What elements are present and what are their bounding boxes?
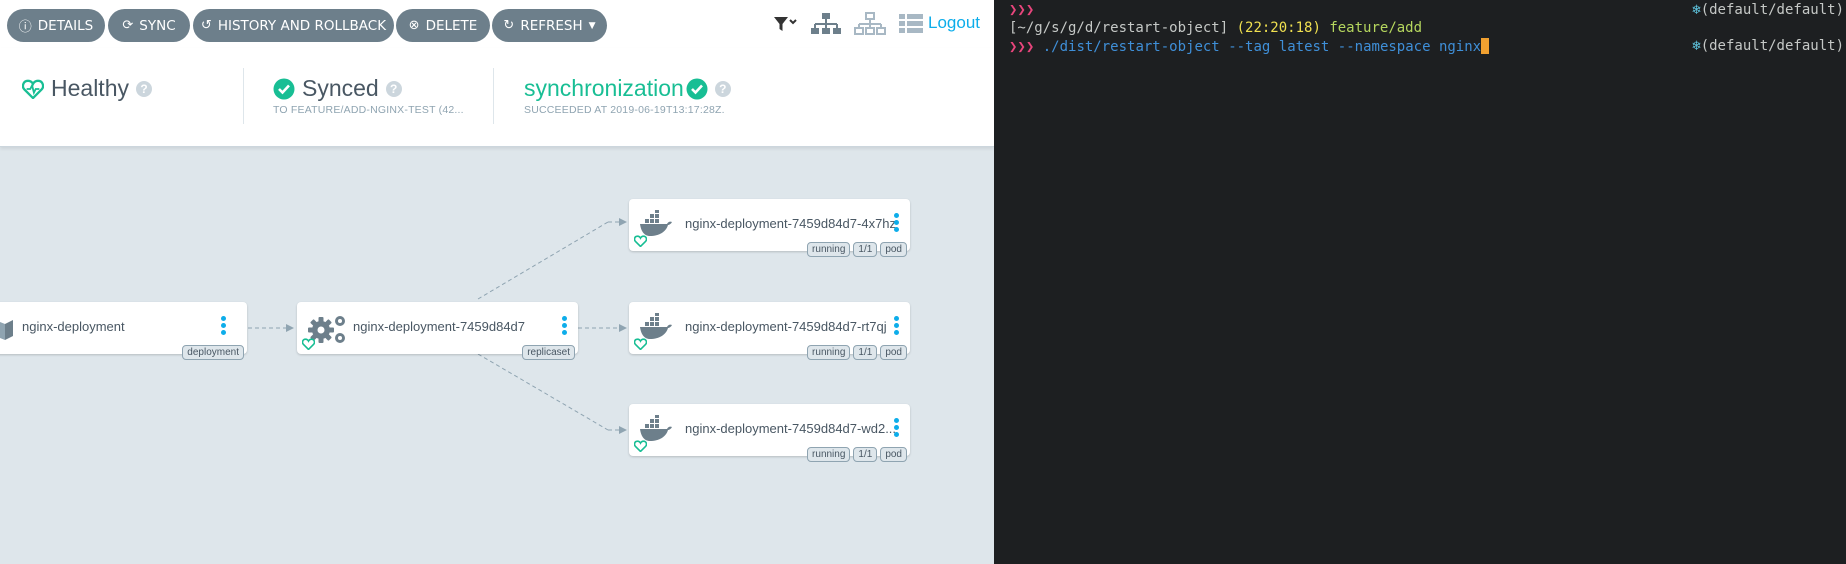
terminal-window[interactable]: ❯❯❯ ❄(default/default) [~/g/s/g/d/restar… [994, 0, 1846, 564]
status-tag: running [807, 242, 851, 257]
deployment-icon [0, 320, 13, 340]
network-view-icon[interactable] [854, 12, 886, 36]
kind-tag: pod [880, 447, 907, 462]
refresh-button[interactable]: ↻ REFRESH ▼ [492, 9, 607, 42]
deployment-node[interactable]: nginx-deployment deployment [0, 302, 247, 360]
delete-button[interactable]: ⊗ DELETE [396, 9, 490, 42]
help-icon[interactable]: ? [714, 80, 731, 97]
tree-view-icon[interactable] [810, 12, 842, 36]
ready-tag: 1/1 [853, 447, 878, 462]
prompt-line-1: ❯❯❯ [1009, 2, 1034, 18]
heart-icon [634, 440, 647, 452]
sync-icon: ⟳ [122, 18, 134, 33]
prompt-symbol: ❯❯❯ [1009, 2, 1035, 18]
command-arg: latest [1278, 39, 1330, 55]
check-circle-icon [686, 78, 708, 99]
cwd: [~/g/s/g/d/restart-object] [1009, 20, 1229, 36]
help-icon[interactable]: ? [385, 80, 402, 97]
kebab-menu-icon[interactable] [894, 316, 900, 337]
health-status: Healthy ? [22, 75, 152, 102]
command-flag: --namespace [1337, 39, 1431, 55]
heart-icon [634, 235, 647, 247]
node-tags: running 1/1 pod [807, 447, 907, 462]
kubernetes-icon: ❄ [1692, 38, 1701, 54]
sync-status: Synced ? [273, 75, 402, 102]
resource-tree: nginx-deployment deployment nginx-deploy… [0, 147, 994, 564]
sync-target: TO FEATURE/ADD-NGINX-TEST (42... [273, 104, 464, 116]
docker-icon [640, 415, 672, 441]
kind-tag: deployment [182, 345, 244, 360]
info-icon: ⓘ [18, 20, 32, 35]
replicaset-node[interactable]: nginx-deployment-7459d84d7 replicaset [297, 302, 578, 360]
pod-node[interactable]: nginx-deployment-7459d84d7-rt7qj running… [629, 302, 910, 360]
node-tags: replicaset [522, 345, 575, 360]
kebab-menu-icon[interactable] [221, 316, 227, 337]
filter-icon[interactable] [772, 12, 798, 34]
view-switcher [772, 12, 924, 36]
kind-tag: replicaset [522, 345, 575, 360]
kube-context: ❄(default/default) [1692, 38, 1844, 54]
operation-status: synchronization ? [524, 75, 731, 102]
details-button[interactable]: ⓘ DETAILS [7, 9, 105, 42]
sync-button[interactable]: ⟳ SYNC [108, 9, 190, 42]
kebab-menu-icon[interactable] [562, 316, 568, 337]
history-rollback-button[interactable]: ↺ HISTORY AND ROLLBACK [193, 9, 394, 42]
history-icon: ↺ [200, 18, 212, 33]
logout-link[interactable]: Logout [928, 13, 980, 33]
node-name: nginx-deployment [22, 319, 125, 334]
node-tags: running 1/1 pod [807, 345, 907, 360]
docker-icon [640, 210, 672, 236]
delete-icon: ⊗ [408, 18, 420, 33]
node-tags: running 1/1 pod [807, 242, 907, 257]
ready-tag: 1/1 [853, 345, 878, 360]
list-view-icon[interactable] [898, 12, 924, 36]
kubernetes-icon: ❄ [1692, 2, 1701, 18]
prompt-symbol: ❯❯❯ [1009, 39, 1035, 55]
command-name: ./dist/restart-object [1042, 39, 1220, 55]
timestamp: (22:20:18) [1236, 20, 1321, 36]
status-tag: running [807, 345, 851, 360]
caret-down-icon: ▼ [588, 20, 596, 31]
text-cursor [1481, 38, 1490, 54]
node-tags: deployment [182, 345, 244, 360]
git-branch: feature/add [1329, 20, 1423, 36]
status-divider [493, 68, 494, 124]
docker-icon [640, 313, 672, 339]
pod-node[interactable]: nginx-deployment-7459d84d7-4x7hz running… [629, 199, 910, 257]
heart-icon [22, 79, 44, 99]
node-name: nginx-deployment-7459d84d7 [353, 319, 526, 334]
status-divider [243, 68, 244, 124]
command-arg: nginx [1438, 39, 1482, 55]
check-circle-icon [273, 78, 295, 99]
argocd-app-panel: ⓘ DETAILS ⟳ SYNC ↺ HISTORY AND ROLLBACK ⊗ DE… [0, 0, 994, 564]
kube-context: ❄(default/default) [1692, 2, 1844, 18]
heart-icon [634, 338, 647, 350]
heart-icon [302, 338, 315, 350]
command-flag: --tag [1228, 39, 1271, 55]
status-tag: running [807, 447, 851, 462]
pod-node[interactable]: nginx-deployment-7459d84d7-wd2... runnin… [629, 404, 910, 462]
node-name: nginx-deployment-7459d84d7-4x7hz [685, 216, 897, 231]
command-line[interactable]: ❯❯❯ ./dist/restart-object --tag latest -… [1009, 38, 1490, 55]
prompt-info-line: [~/g/s/g/d/restart-object] (22:20:18) fe… [1009, 20, 1422, 36]
app-status-bar: Healthy ? Synced ? TO FEATURE/ADD-NGINX-… [0, 48, 994, 147]
help-icon[interactable]: ? [135, 80, 152, 97]
node-name: nginx-deployment-7459d84d7-rt7qj [685, 319, 887, 334]
ready-tag: 1/1 [853, 242, 878, 257]
kebab-menu-icon[interactable] [894, 418, 900, 439]
operation-result: SUCCEEDED AT 2019-06-19T13:17:28Z. [524, 104, 725, 116]
node-name: nginx-deployment-7459d84d7-wd2... [685, 421, 897, 436]
kind-tag: pod [880, 345, 907, 360]
app-toolbar: ⓘ DETAILS ⟳ SYNC ↺ HISTORY AND ROLLBACK ⊗ DE… [0, 0, 994, 48]
kebab-menu-icon[interactable] [894, 213, 900, 234]
refresh-icon: ↻ [503, 18, 515, 33]
kind-tag: pod [880, 242, 907, 257]
